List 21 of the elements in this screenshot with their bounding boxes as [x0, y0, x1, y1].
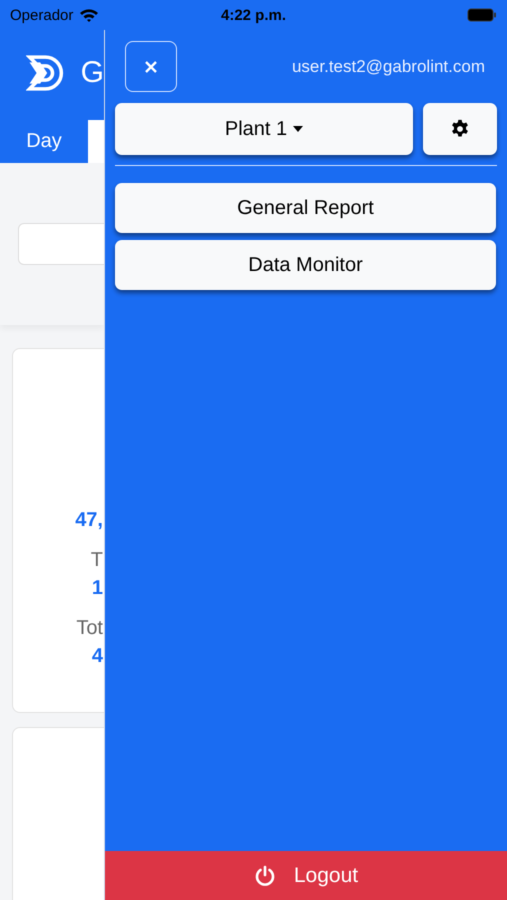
stat-value: 4: [92, 644, 103, 669]
app-title: G: [80, 56, 104, 90]
settings-button[interactable]: [423, 103, 497, 155]
menu-item[interactable]: Data Monitor: [115, 240, 496, 290]
stat-value: 47,: [75, 508, 103, 533]
power-icon: [254, 864, 276, 886]
stat-label: T: [90, 548, 103, 573]
caret-icon: [293, 126, 304, 132]
carrier-name: Operador: [10, 6, 74, 24]
battery-icon: [467, 8, 497, 22]
settings-icon: [450, 119, 470, 139]
close-button[interactable]: [125, 41, 177, 92]
menu-item[interactable]: General Report: [115, 183, 496, 233]
clock-time: 4:22 p.m.: [220, 6, 286, 24]
stat-value: 1: [92, 576, 103, 601]
close-icon: [144, 60, 158, 74]
plant-dropdown[interactable]: Plant 1: [115, 103, 413, 155]
logout-button[interactable]: Logout: [105, 851, 507, 900]
stat-label: Tot: [76, 616, 103, 641]
user-email: user.test2@gabrolint.com: [292, 56, 485, 76]
wifi-icon: [79, 8, 100, 22]
